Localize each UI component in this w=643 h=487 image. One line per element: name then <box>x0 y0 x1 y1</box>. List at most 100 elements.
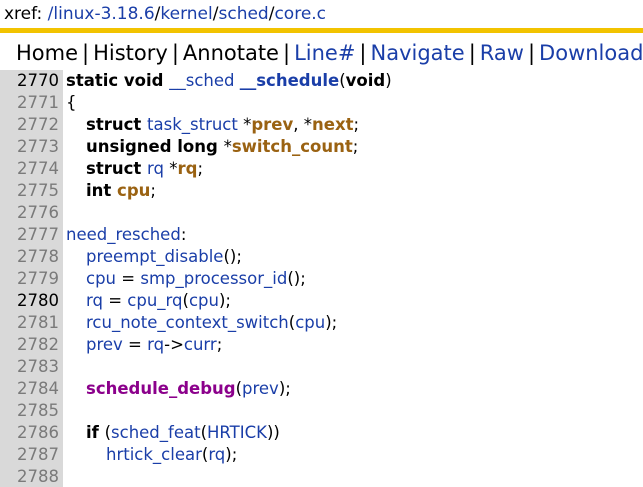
code-token: * <box>223 137 232 156</box>
line-number[interactable]: 2773 <box>0 136 63 158</box>
code-token: void <box>345 71 386 90</box>
code-line: 2770 static void __sched __schedule(void) <box>0 70 643 92</box>
code-line: 2777 need_resched: <box>0 224 643 246</box>
code-symbol-link[interactable]: curr <box>184 335 217 354</box>
code-line: 2774 struct rq *rq; <box>0 158 643 180</box>
line-number[interactable]: 2780 <box>0 290 63 312</box>
code-symbol-link[interactable]: __schedule <box>240 71 339 90</box>
code-symbol-link[interactable]: rcu_note_context_switch <box>86 313 289 332</box>
code-token: unsigned long <box>86 137 224 156</box>
code-symbol-link[interactable]: rq <box>177 159 197 178</box>
code-token: struct <box>86 115 148 134</box>
line-number[interactable]: 2783 <box>0 356 63 378</box>
nav-item-home[interactable]: Home <box>16 41 78 65</box>
nav-item-download[interactable]: Download <box>539 41 643 65</box>
line-number[interactable]: 2770 <box>0 70 63 92</box>
code-symbol-link[interactable]: rq <box>147 335 164 354</box>
line-number[interactable]: 2784 <box>0 378 63 400</box>
header-divider <box>0 28 643 33</box>
code-token: struct <box>86 159 148 178</box>
code-token: = <box>102 291 128 310</box>
code-line: 2785 <box>0 400 643 422</box>
code-symbol-link[interactable]: hrtick_clear <box>106 445 202 464</box>
code-symbol-link[interactable]: switch_count <box>232 137 353 156</box>
code-symbol-link[interactable]: task_struct <box>147 115 238 134</box>
code-token: ; <box>216 335 223 354</box>
line-number[interactable]: 2786 <box>0 422 63 444</box>
code-token: if <box>86 423 105 442</box>
line-number[interactable]: 2779 <box>0 268 63 290</box>
nav-item-history[interactable]: History <box>93 41 168 65</box>
code-symbol-link[interactable]: preempt_disable <box>86 247 223 266</box>
code-token: { <box>66 93 77 112</box>
code-symbol-link[interactable]: prev <box>86 335 123 354</box>
code-token: ); <box>225 445 238 464</box>
line-number[interactable]: 2776 <box>0 202 63 224</box>
line-number[interactable]: 2775 <box>0 180 63 202</box>
code-symbol-link[interactable]: rq <box>208 445 225 464</box>
line-number[interactable]: 2777 <box>0 224 63 246</box>
breadcrumb-link[interactable]: sched <box>218 4 268 24</box>
code-line: 2771{ <box>0 92 643 114</box>
nav-item-annotate[interactable]: Annotate <box>183 41 279 65</box>
code-symbol-link[interactable]: cpu_rq <box>127 291 182 310</box>
breadcrumb-link[interactable]: kernel <box>160 4 212 24</box>
opengrok-page: xref: /linux-3.18.6/kernel/sched/core.c … <box>0 0 643 487</box>
nav-item-raw[interactable]: Raw <box>480 41 524 65</box>
code-symbol-link[interactable]: prev <box>242 379 279 398</box>
code-symbol-link[interactable]: __sched <box>169 71 234 90</box>
code-text: schedule_debug(prev); <box>86 378 291 400</box>
nav-item-line[interactable]: Line# <box>294 41 355 65</box>
nav-separator: | <box>82 41 90 65</box>
code-text: rcu_note_context_switch(cpu); <box>86 312 337 334</box>
line-number[interactable]: 2785 <box>0 400 63 422</box>
code-line: 2787 hrtick_clear(rq); <box>0 444 643 466</box>
nav-menu: Home | History | Annotate | Line# | Navigate | Raw… <box>0 38 643 68</box>
code-line: 2773 unsigned long *switch_count; <box>0 136 643 158</box>
code-token: )) <box>266 423 280 442</box>
breadcrumb-link[interactable]: /linux-3.18.6 <box>48 4 155 24</box>
code-text: { <box>66 92 77 114</box>
code-line: 2778 preempt_disable(); <box>0 246 643 268</box>
line-number[interactable]: 2788 <box>0 466 63 487</box>
code-symbol-link[interactable]: rq <box>86 291 103 310</box>
code-text: prev = rq->curr; <box>86 334 222 356</box>
code-token: ; <box>197 159 203 178</box>
code-symbol-link[interactable]: sched_feat <box>111 423 201 442</box>
line-number[interactable]: 2787 <box>0 444 63 466</box>
breadcrumb-link[interactable]: core.c <box>274 4 326 24</box>
code-symbol-link[interactable]: need_resched <box>66 225 181 244</box>
nav-separator: | <box>282 41 291 65</box>
code-token: static void <box>66 71 170 90</box>
code-symbol-link[interactable]: cpu <box>189 291 219 310</box>
code-token: ) <box>385 71 392 90</box>
code-symbol-link[interactable]: next <box>312 115 353 134</box>
line-number[interactable]: 2778 <box>0 246 63 268</box>
xref-prefix: xref: <box>4 4 48 24</box>
code-text: int cpu; <box>86 180 156 202</box>
code-symbol-link[interactable]: cpu <box>295 313 325 332</box>
code-symbol-link[interactable]: cpu <box>117 181 150 200</box>
line-number[interactable]: 2771 <box>0 92 63 114</box>
code-symbol-link[interactable]: rq <box>147 159 164 178</box>
code-text: if (sched_feat(HRTICK)) <box>86 422 280 444</box>
code-symbol-link[interactable]: cpu <box>86 269 116 288</box>
line-number[interactable]: 2774 <box>0 158 63 180</box>
code-symbol-link[interactable]: schedule_debug <box>86 379 236 398</box>
nav-separator: | <box>171 41 179 65</box>
code-symbol-link[interactable]: prev <box>251 115 293 134</box>
code-line: 2783 <box>0 356 643 378</box>
line-number[interactable]: 2781 <box>0 312 63 334</box>
xref-path: /linux-3.18.6/kernel/sched/core.c <box>48 4 326 24</box>
nav-item-navigate[interactable]: Navigate <box>371 41 465 65</box>
code-line: 2786 if (sched_feat(HRTICK)) <box>0 422 643 444</box>
code-line: 2780 rq = cpu_rq(cpu); <box>0 290 643 312</box>
code-symbol-link[interactable]: HRTICK <box>207 423 267 442</box>
line-number[interactable]: 2772 <box>0 114 63 136</box>
nav-separator: | <box>468 41 476 65</box>
code-symbol-link[interactable]: smp_processor_id <box>140 269 287 288</box>
xref-breadcrumb: xref: /linux-3.18.6/kernel/sched/core.c <box>0 0 643 28</box>
line-number[interactable]: 2782 <box>0 334 63 356</box>
code-text: cpu = smp_processor_id(); <box>86 268 306 290</box>
code-text: hrtick_clear(rq); <box>106 444 237 466</box>
